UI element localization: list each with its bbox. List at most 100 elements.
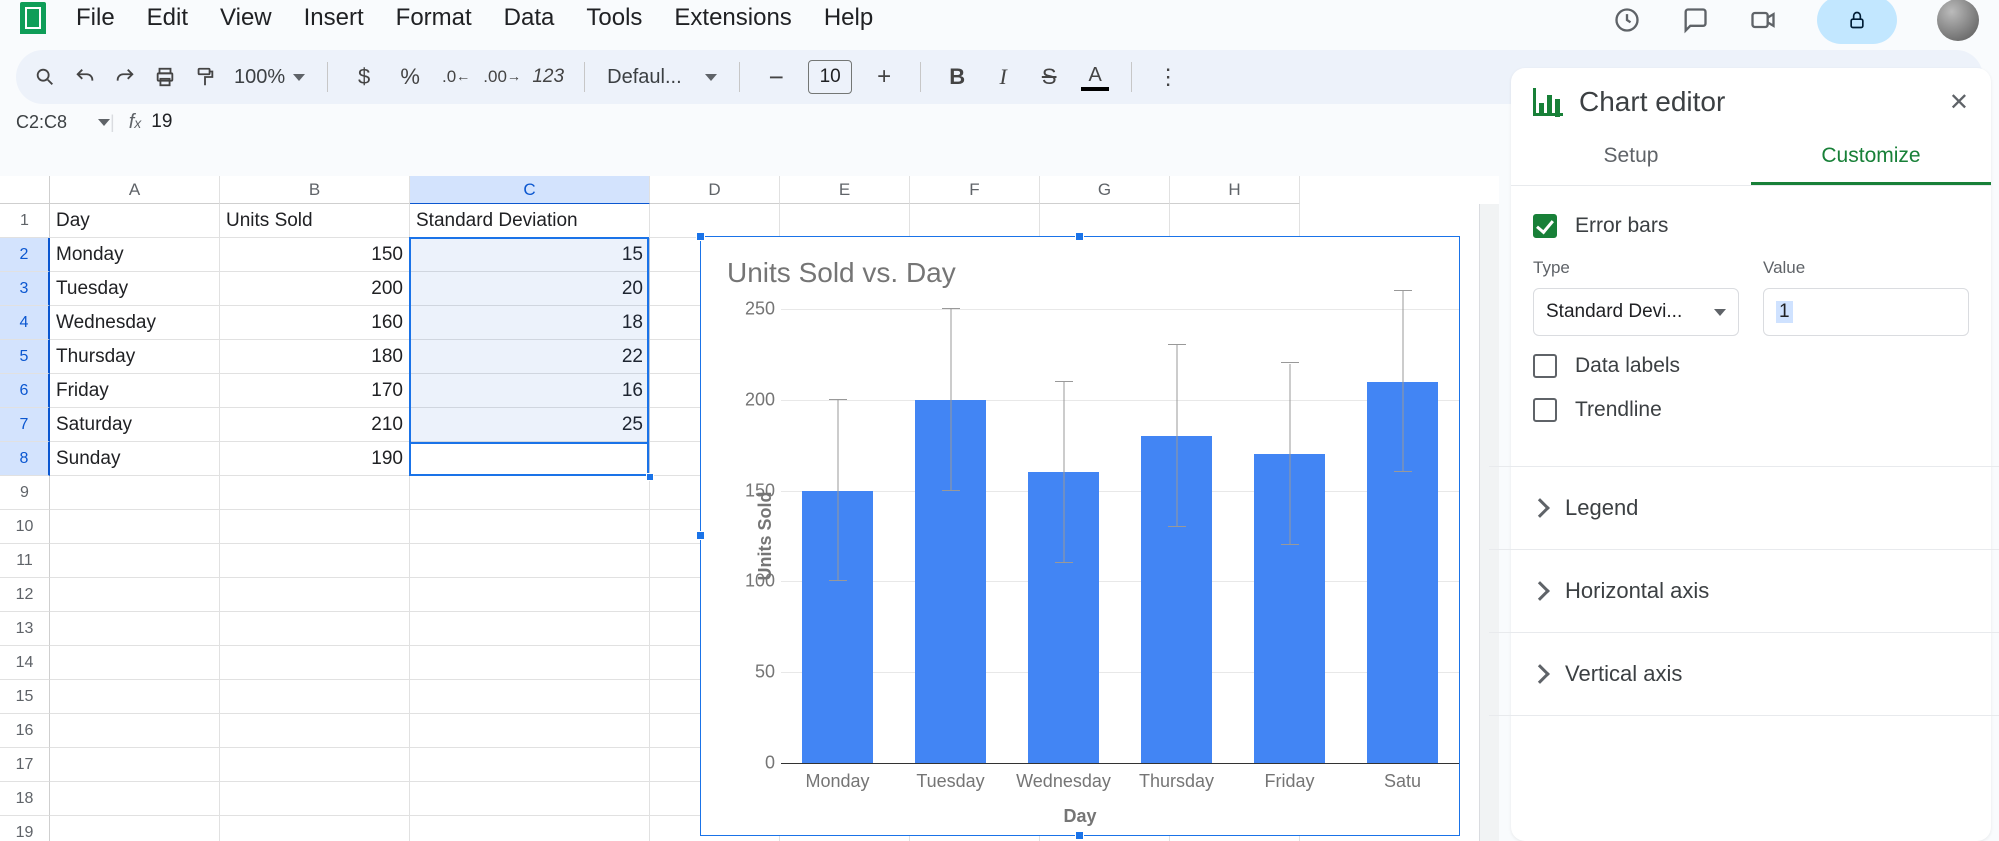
more-toolbar-icon[interactable]: ⋮: [1154, 63, 1182, 91]
error-value-input[interactable]: 1: [1763, 288, 1969, 336]
tab-setup[interactable]: Setup: [1511, 130, 1751, 185]
undo-icon[interactable]: [74, 66, 96, 88]
menu-file[interactable]: File: [76, 4, 115, 32]
menu-extensions[interactable]: Extensions: [674, 4, 791, 32]
cell[interactable]: [50, 476, 220, 510]
meet-icon[interactable]: [1749, 6, 1777, 34]
account-avatar[interactable]: [1937, 0, 1979, 41]
cell[interactable]: [50, 646, 220, 680]
italic-icon[interactable]: I: [989, 63, 1017, 91]
cell[interactable]: Day: [50, 204, 220, 238]
percent-icon[interactable]: %: [396, 63, 424, 91]
cell[interactable]: [50, 612, 220, 646]
menu-help[interactable]: Help: [824, 4, 873, 32]
cell[interactable]: Units Sold: [220, 204, 410, 238]
print-icon[interactable]: [154, 66, 176, 88]
menu-format[interactable]: Format: [396, 4, 472, 32]
row-header-12[interactable]: 12: [0, 578, 50, 612]
cell[interactable]: 210: [220, 408, 410, 442]
cell[interactable]: Wednesday: [50, 306, 220, 340]
more-formats-icon[interactable]: 123: [534, 63, 562, 91]
row-header-10[interactable]: 10: [0, 510, 50, 544]
row-header-17[interactable]: 17: [0, 748, 50, 782]
text-color-icon[interactable]: A: [1081, 63, 1109, 91]
cell[interactable]: 19: [410, 442, 650, 476]
col-header-E[interactable]: E: [780, 176, 910, 204]
row-header-6[interactable]: 6: [0, 374, 50, 408]
cell[interactable]: 170: [220, 374, 410, 408]
row-header-11[interactable]: 11: [0, 544, 50, 578]
col-header-A[interactable]: A: [50, 176, 220, 204]
cell[interactable]: 180: [220, 340, 410, 374]
paint-format-icon[interactable]: [194, 66, 216, 88]
cell[interactable]: [50, 748, 220, 782]
cell[interactable]: [410, 782, 650, 816]
cell[interactable]: [220, 544, 410, 578]
chart-object[interactable]: Units Sold vs. Day Units Sold Day 050100…: [700, 236, 1460, 836]
row-header-3[interactable]: 3: [0, 272, 50, 306]
cell[interactable]: [220, 476, 410, 510]
decrease-decimal-icon[interactable]: .0←: [442, 63, 470, 91]
menu-view[interactable]: View: [220, 4, 272, 32]
close-icon[interactable]: ✕: [1949, 88, 1969, 117]
cell[interactable]: [410, 714, 650, 748]
cell[interactable]: [410, 646, 650, 680]
cell[interactable]: [220, 578, 410, 612]
cell[interactable]: 160: [220, 306, 410, 340]
sheets-logo-icon[interactable]: [20, 2, 46, 34]
menu-insert[interactable]: Insert: [304, 4, 364, 32]
row-header-19[interactable]: 19: [0, 816, 50, 841]
col-header-G[interactable]: G: [1040, 176, 1170, 204]
data-labels-checkbox[interactable]: [1533, 354, 1557, 378]
cell[interactable]: [50, 578, 220, 612]
row-header-15[interactable]: 15: [0, 680, 50, 714]
cell[interactable]: [910, 204, 1040, 238]
cell[interactable]: Thursday: [50, 340, 220, 374]
share-button[interactable]: [1817, 0, 1897, 44]
col-header-B[interactable]: B: [220, 176, 410, 204]
row-header-2[interactable]: 2: [0, 238, 50, 272]
menu-data[interactable]: Data: [504, 4, 555, 32]
accordion-legend[interactable]: Legend: [1511, 473, 1991, 543]
cell[interactable]: [220, 714, 410, 748]
cell[interactable]: [50, 816, 220, 841]
cell[interactable]: [220, 646, 410, 680]
chart-y-axis-label[interactable]: Units Sold: [755, 492, 776, 581]
history-icon[interactable]: [1613, 6, 1641, 34]
cell[interactable]: Standard Deviation: [410, 204, 650, 238]
cell[interactable]: [410, 816, 650, 841]
cell[interactable]: [1040, 204, 1170, 238]
cell[interactable]: [220, 748, 410, 782]
bold-icon[interactable]: B: [943, 63, 971, 91]
menu-edit[interactable]: Edit: [147, 4, 188, 32]
row-header-9[interactable]: 9: [0, 476, 50, 510]
error-type-select[interactable]: Standard Devi...: [1533, 288, 1739, 336]
cell[interactable]: [650, 204, 780, 238]
cell[interactable]: [220, 612, 410, 646]
cell[interactable]: 20: [410, 272, 650, 306]
row-header-5[interactable]: 5: [0, 340, 50, 374]
cell[interactable]: 200: [220, 272, 410, 306]
row-header-18[interactable]: 18: [0, 782, 50, 816]
redo-icon[interactable]: [114, 66, 136, 88]
increase-decimal-icon[interactable]: .00→: [488, 63, 516, 91]
select-all-corner[interactable]: [0, 176, 50, 204]
error-bars-checkbox[interactable]: [1533, 214, 1557, 238]
cell[interactable]: Monday: [50, 238, 220, 272]
font-family-dropdown[interactable]: Defaul...: [607, 66, 717, 89]
row-header-8[interactable]: 8: [0, 442, 50, 476]
cell[interactable]: [410, 544, 650, 578]
font-size-input[interactable]: 10: [808, 60, 852, 94]
cell[interactable]: 15: [410, 238, 650, 272]
cell[interactable]: [220, 680, 410, 714]
formula-input[interactable]: 19: [151, 111, 172, 133]
font-size-decrease-icon[interactable]: −: [762, 63, 790, 91]
cell[interactable]: [410, 578, 650, 612]
cell[interactable]: [50, 680, 220, 714]
cell[interactable]: 16: [410, 374, 650, 408]
cell[interactable]: [780, 204, 910, 238]
cell[interactable]: Tuesday: [50, 272, 220, 306]
cell[interactable]: Sunday: [50, 442, 220, 476]
cell[interactable]: [50, 714, 220, 748]
cell[interactable]: 22: [410, 340, 650, 374]
